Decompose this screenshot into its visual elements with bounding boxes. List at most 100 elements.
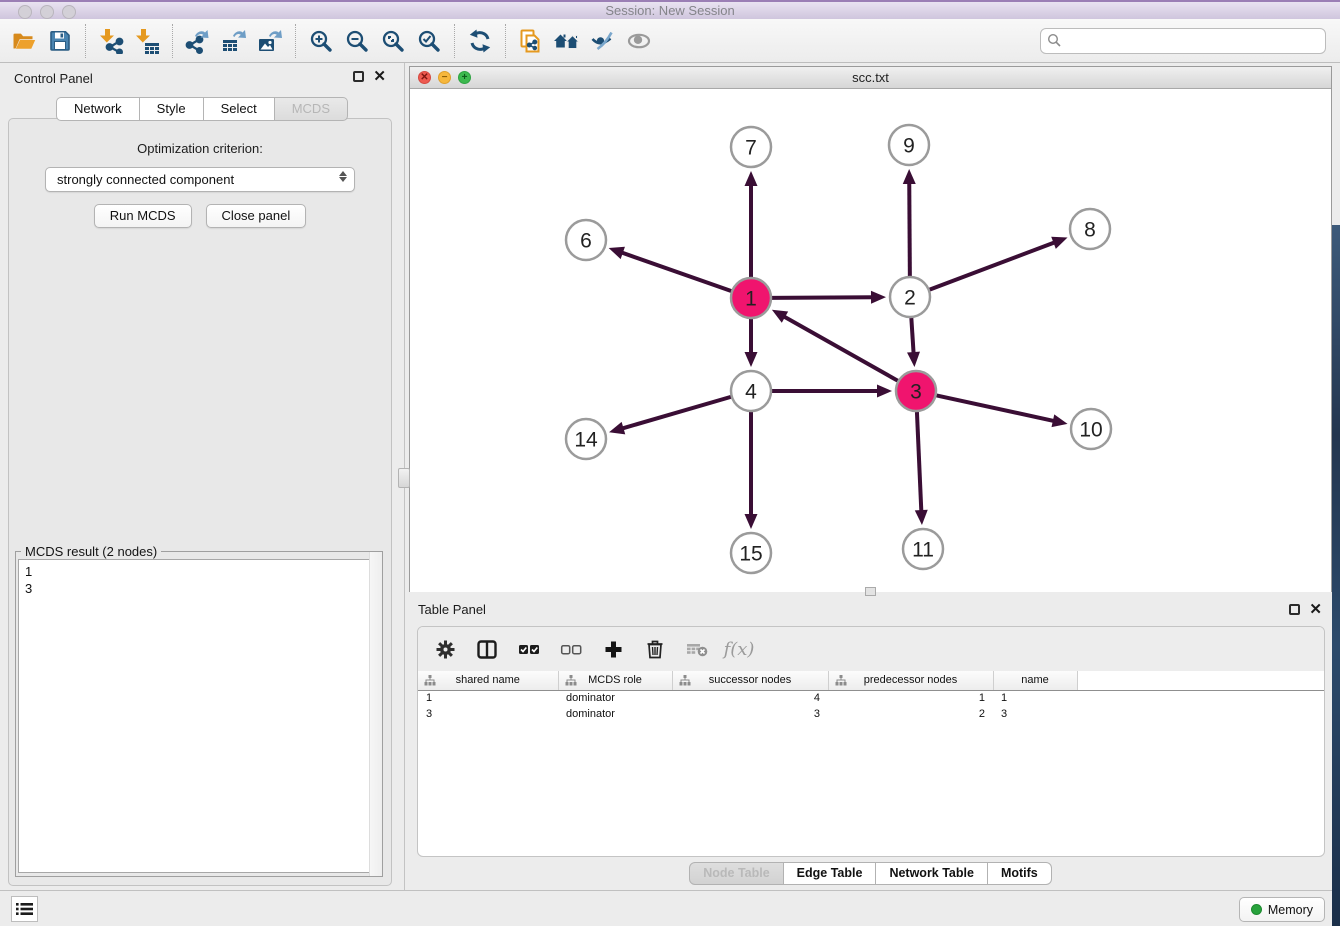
frame-close-button[interactable]: ✕ [418, 71, 431, 84]
duplicate-network-button[interactable] [513, 23, 549, 59]
tab-node-table[interactable]: Node Table [689, 862, 783, 885]
graph-edge-4-14[interactable] [622, 397, 731, 429]
select-all-columns-button[interactable] [518, 638, 540, 660]
delete-column-button[interactable] [644, 638, 666, 660]
graph-node-label: 3 [910, 381, 922, 404]
select-stepper-icon [339, 171, 347, 182]
zoom-out-icon [344, 28, 370, 54]
table-row[interactable]: 1 dominator 4 1 1 [418, 690, 1324, 706]
mcds-panel: Optimization criterion: strongly connect… [8, 118, 392, 886]
tab-mcds[interactable]: MCDS [275, 97, 348, 121]
network-graph[interactable]: 7968124314101511 [410, 89, 1331, 592]
import-table-button[interactable] [129, 23, 165, 59]
toolbar-separator [85, 24, 86, 58]
zoom-selected-button[interactable] [411, 23, 447, 59]
list-icon [16, 902, 33, 916]
float-table-panel-icon[interactable] [1289, 604, 1300, 615]
table-row[interactable]: 3 dominator 3 2 3 [418, 706, 1324, 722]
graph-edge-arrowhead [1051, 237, 1067, 249]
search-input[interactable] [1040, 28, 1326, 54]
zoom-in-button[interactable] [303, 23, 339, 59]
tab-network-table[interactable]: Network Table [876, 862, 988, 885]
search-field-wrap [1040, 28, 1326, 54]
float-panel-icon[interactable] [353, 71, 364, 82]
network-canvas[interactable]: 7968124314101511 [410, 89, 1331, 592]
export-table-button[interactable] [216, 23, 252, 59]
column-header-shared-name[interactable]: shared name [418, 671, 558, 690]
apply-layout-button[interactable] [462, 23, 498, 59]
table-split-view-button[interactable] [476, 638, 498, 660]
memory-button[interactable]: Memory [1239, 897, 1325, 922]
column-header-mcds-role[interactable]: MCDS role [558, 671, 672, 690]
frame-maximize-button[interactable]: + [458, 71, 471, 84]
import-network-button[interactable] [93, 23, 129, 59]
function-builder-button[interactable]: f(x) [728, 638, 750, 660]
graph-node-label: 14 [574, 429, 598, 452]
zoom-fit-button[interactable] [375, 23, 411, 59]
toolbar-separator [172, 24, 173, 58]
mcds-result-text[interactable]: 1 3 [18, 559, 380, 873]
tab-select[interactable]: Select [204, 97, 275, 121]
close-window-button[interactable] [18, 5, 32, 19]
graph-edge-arrowhead [609, 247, 625, 259]
graph-edge-2-8[interactable] [930, 242, 1056, 290]
first-neighbors-button[interactable] [549, 23, 585, 59]
criterion-select[interactable]: strongly connected component [45, 167, 355, 192]
export-image-button[interactable] [252, 23, 288, 59]
graph-node-label: 10 [1079, 419, 1102, 442]
tab-edge-table[interactable]: Edge Table [784, 862, 877, 885]
export-table-icon [221, 28, 247, 54]
show-all-button[interactable] [621, 23, 657, 59]
delete-table-button[interactable] [686, 638, 708, 660]
frame-minimize-button[interactable]: − [438, 71, 451, 84]
graph-edge-3-1[interactable] [783, 316, 897, 381]
control-panel-title: Control Panel [14, 71, 93, 86]
export-network-button[interactable] [180, 23, 216, 59]
graph-edge-1-2[interactable] [772, 297, 873, 298]
close-panel-button[interactable]: Close panel [206, 204, 307, 228]
table-tabs: Node Table Edge Table Network Table Moti… [409, 862, 1332, 885]
refresh-icon [467, 28, 493, 54]
network-window-title: scc.txt [852, 70, 889, 85]
column-header-predecessor-nodes[interactable]: predecessor nodes [828, 671, 993, 690]
open-session-button[interactable] [6, 23, 42, 59]
graph-node-label: 15 [739, 543, 762, 566]
column-header-name[interactable]: name [993, 671, 1077, 690]
table-settings-button[interactable] [434, 638, 456, 660]
splitter-handle[interactable] [398, 468, 410, 488]
graph-edge-2-9[interactable] [909, 182, 910, 276]
result-scrollbar[interactable] [369, 552, 382, 876]
add-column-button[interactable] [602, 638, 624, 660]
run-mcds-button[interactable]: Run MCDS [94, 204, 192, 228]
graph-node-label: 4 [745, 381, 757, 404]
main-content: Control Panel ✕ Network Style Select MCD… [0, 63, 1332, 890]
graph-edge-3-11[interactable] [917, 412, 921, 512]
criterion-value: strongly connected component [57, 172, 234, 187]
graph-edge-1-6[interactable] [621, 252, 731, 291]
zoom-out-button[interactable] [339, 23, 375, 59]
mcds-result-title: MCDS result (2 nodes) [21, 544, 161, 559]
task-history-button[interactable] [11, 896, 38, 922]
unselect-all-columns-button[interactable] [560, 638, 582, 660]
graph-edge-3-10[interactable] [937, 395, 1055, 421]
maximize-window-button[interactable] [62, 5, 76, 19]
save-session-button[interactable] [42, 23, 78, 59]
plus-icon [604, 640, 623, 659]
graph-edge-arrowhead [609, 422, 625, 434]
graph-edge-2-3[interactable] [911, 318, 913, 354]
hide-selected-button[interactable] [585, 23, 621, 59]
window-resize-grip[interactable] [865, 587, 876, 596]
graph-node-label: 9 [903, 135, 915, 158]
tab-network[interactable]: Network [56, 97, 140, 121]
tab-style[interactable]: Style [140, 97, 204, 121]
application-window: Session: New Session [0, 0, 1340, 926]
toolbar-separator [454, 24, 455, 58]
column-header-successor-nodes[interactable]: successor nodes [672, 671, 828, 690]
minimize-window-button[interactable] [40, 5, 54, 19]
tab-motifs[interactable]: Motifs [988, 862, 1052, 885]
status-bar: Memory [0, 890, 1332, 926]
workspace-area: ✕ − + scc.txt 7968124314101511 Table Pan… [409, 63, 1332, 890]
table-body: 1 dominator 4 1 1 3 domi [418, 690, 1324, 722]
close-panel-icon[interactable]: ✕ [373, 71, 386, 82]
close-table-panel-icon[interactable]: ✕ [1309, 604, 1322, 615]
